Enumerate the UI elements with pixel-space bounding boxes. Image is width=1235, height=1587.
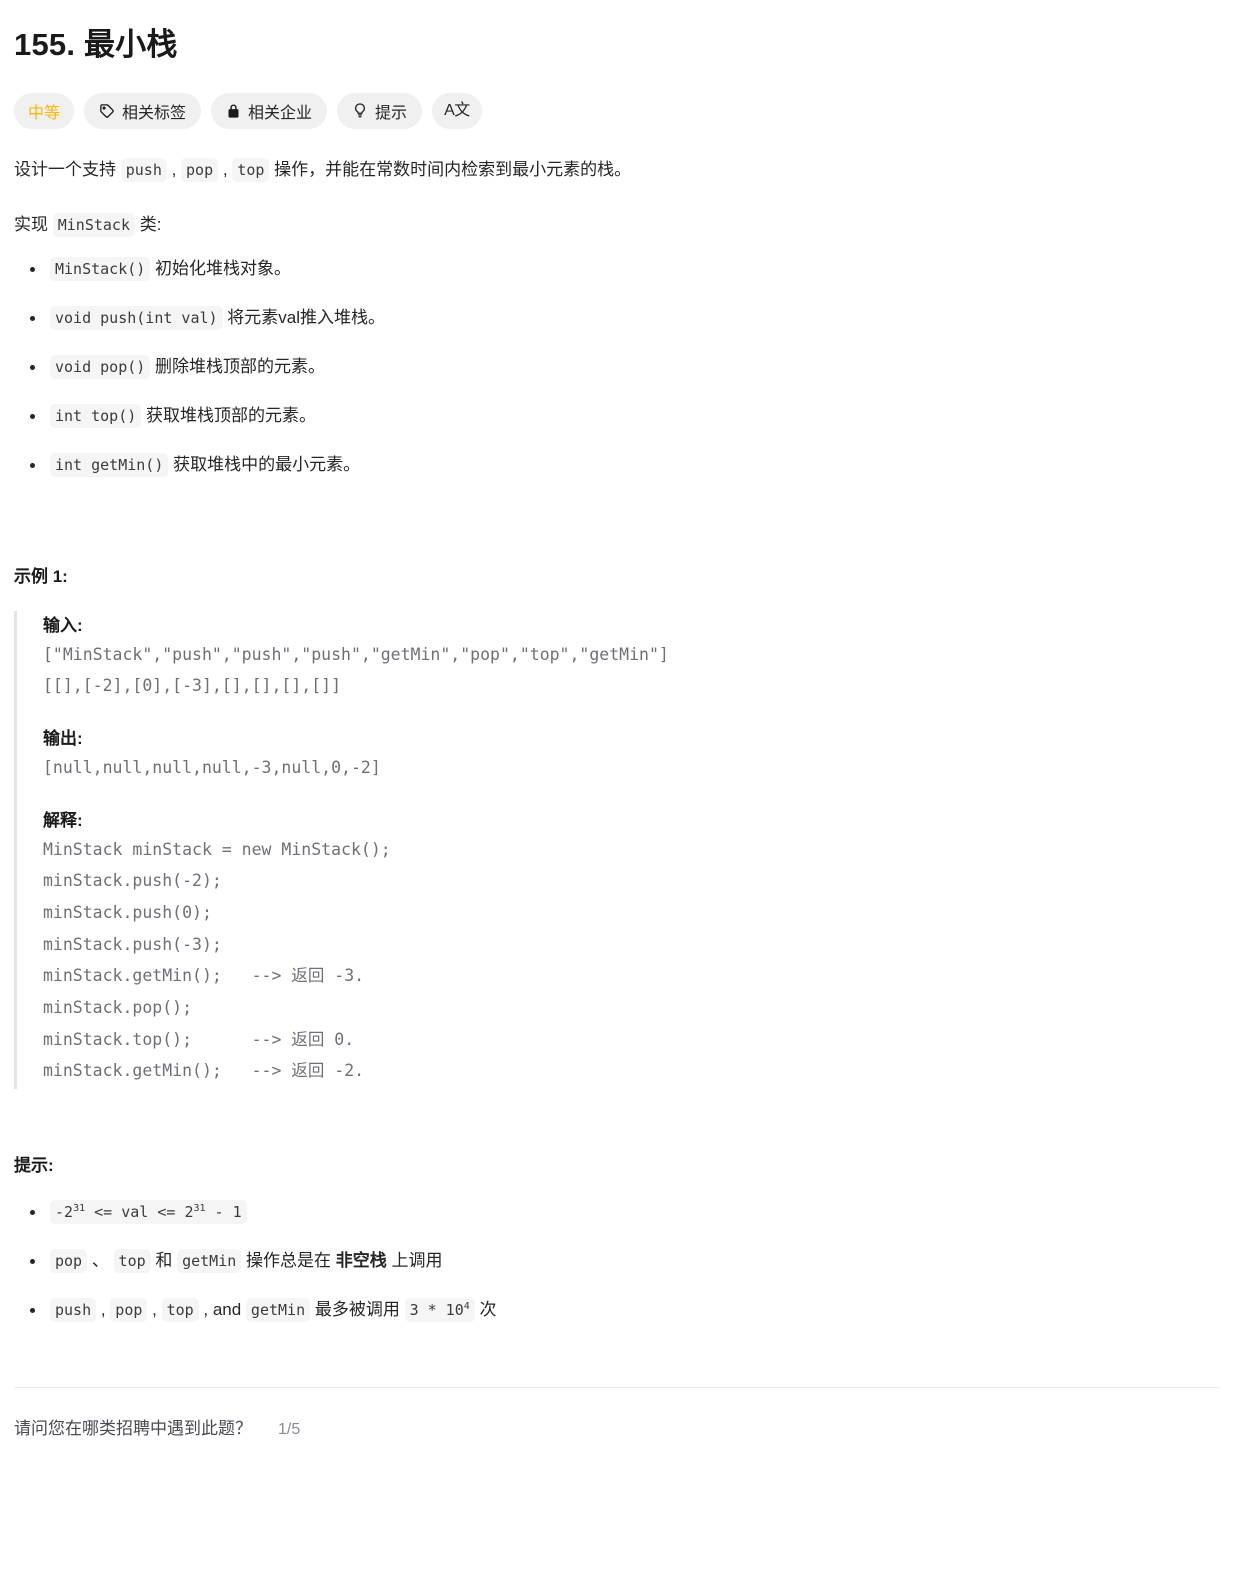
lightbulb-icon (352, 102, 368, 119)
implement-prefix: 实现 (14, 215, 53, 235)
code-pop: pop (110, 1297, 148, 1322)
call-limit-base: 3 * 10 (409, 1300, 464, 1319)
example-explanation-value: MinStack minStack = new MinStack(); minS… (43, 839, 391, 1081)
method-signature: int getMin() (50, 452, 169, 477)
code-top: top (232, 157, 270, 182)
list-item: void pop() 删除堆栈顶部的元素。 (30, 353, 1221, 382)
method-signature: void push(int val) (50, 306, 223, 331)
method-description: 获取堆栈顶部的元素。 (141, 405, 317, 425)
hint-label: 提示 (375, 104, 408, 122)
method-description: 获取堆栈中的最小元素。 (168, 454, 361, 474)
implement-suffix: 类: (134, 215, 162, 235)
constraint-emphasis: 非空栈 (335, 1251, 387, 1271)
method-signature: MinStack() (50, 257, 151, 282)
example-explanation-label: 解释: (43, 810, 83, 830)
example-output-value: [null,null,null,null,-3,null,0,-2] (43, 758, 381, 778)
code-push: push (50, 1297, 97, 1322)
range-pre: -2 (55, 1203, 74, 1222)
constraint-text: 操作总是在 (241, 1251, 336, 1271)
range-post: - 1 (205, 1203, 242, 1222)
problem-intro-paragraph: 设计一个支持 push , pop , top 操作，并能在常数时间内检索到最小… (14, 155, 1221, 184)
range-sup-2: 31 (193, 1203, 206, 1215)
intro-prefix: 设计一个支持 (14, 159, 121, 179)
survey-question: 请问您在哪类招聘中遇到此题？ (14, 1418, 252, 1438)
constraints-list: -231 <= val <= 231 - 1 pop 、 top 和 getMi… (14, 1198, 1221, 1325)
code-getmin: getMin (177, 1249, 242, 1274)
constraint-text: 和 (150, 1251, 178, 1271)
footer: 请问您在哪类招聘中遇到此题？ 1/5 (14, 1386, 1221, 1439)
code-top: top (113, 1249, 151, 1274)
list-item: push , pop , top , and getMin 最多被调用 3 * … (30, 1296, 1221, 1325)
related-companies-button[interactable]: 相关企业 (211, 92, 328, 129)
constraint-text: , and (198, 1299, 246, 1319)
method-description: 初始化堆栈对象。 (150, 259, 292, 279)
difficulty-label: 中等 (28, 104, 61, 122)
method-description: 删除堆栈顶部的元素。 (150, 357, 326, 377)
range-mid: <= val <= 2 (85, 1203, 194, 1222)
intro-sep-2: , (218, 159, 233, 179)
list-item: pop 、 top 和 getMin 操作总是在 非空栈 上调用 (30, 1247, 1221, 1276)
list-item: int getMin() 获取堆栈中的最小元素。 (30, 451, 1221, 480)
list-item: void push(int val) 将元素val推入堆栈。 (30, 304, 1221, 333)
problem-description-page: 155. 最小栈 中等 相关标签 相关企业 提示 A文 设计一个支持 push … (0, 0, 1235, 1587)
constraint-text: 上调用 (386, 1251, 443, 1271)
list-item: int top() 获取堆栈顶部的元素。 (30, 402, 1221, 431)
method-signature: int top() (50, 403, 142, 428)
constraint-text: 、 (87, 1251, 114, 1271)
list-item: MinStack() 初始化堆栈对象。 (30, 255, 1221, 284)
method-signature: void pop() (50, 355, 151, 380)
example-block: 输入: ["MinStack","push","push","push","ge… (14, 610, 1221, 1090)
translate-icon: A文 (444, 101, 470, 119)
translate-button[interactable]: A文 (432, 92, 482, 129)
code-pop: pop (50, 1249, 88, 1274)
badge-row: 中等 相关标签 相关企业 提示 A文 (14, 92, 1221, 129)
constraint-text: 次 (474, 1299, 497, 1319)
survey-progress: 1/5 (278, 1420, 301, 1438)
code-push: push (120, 157, 167, 182)
code-pop: pop (181, 157, 219, 182)
constraint-text: , (147, 1299, 162, 1319)
example-input-label: 输入: (43, 615, 83, 635)
related-companies-label: 相关企业 (248, 104, 313, 122)
list-item: -231 <= val <= 231 - 1 (30, 1198, 1221, 1227)
constraint-text: , (96, 1299, 111, 1319)
example-input-value: ["MinStack","push","push","push","getMin… (43, 644, 669, 696)
range-sup-1: 31 (73, 1203, 86, 1215)
tag-icon (99, 103, 115, 119)
intro-suffix: 操作，并能在常数时间内检索到最小元素的栈。 (269, 159, 632, 179)
code-top: top (161, 1297, 199, 1322)
constraints-heading: 提示: (14, 1156, 54, 1176)
page-title: 155. 最小栈 (14, 27, 178, 62)
example-output-label: 输出: (43, 729, 83, 749)
implement-paragraph: 实现 MinStack 类: (14, 210, 1221, 239)
hint-button[interactable]: 提示 (337, 92, 423, 129)
example-heading: 示例 1: (14, 566, 68, 586)
method-list: MinStack() 初始化堆栈对象。 void push(int val) 将… (14, 255, 1221, 479)
code-minstack-class: MinStack (52, 213, 135, 238)
constraint-call-limit: 3 * 104 (404, 1297, 475, 1322)
constraint-text: 最多被调用 (310, 1299, 405, 1319)
intro-sep-1: , (166, 159, 182, 179)
difficulty-badge[interactable]: 中等 (14, 92, 75, 129)
lock-icon (226, 103, 241, 119)
call-limit-sup: 4 (463, 1300, 470, 1312)
related-topics-button[interactable]: 相关标签 (84, 92, 202, 129)
code-getmin: getMin (245, 1297, 311, 1322)
constraint-value-range: -231 <= val <= 231 - 1 (50, 1200, 247, 1225)
survey-row: 请问您在哪类招聘中遇到此题？ 1/5 (14, 1414, 1221, 1439)
related-topics-label: 相关标签 (122, 104, 187, 122)
method-description: 将元素val推入堆栈。 (222, 308, 386, 328)
